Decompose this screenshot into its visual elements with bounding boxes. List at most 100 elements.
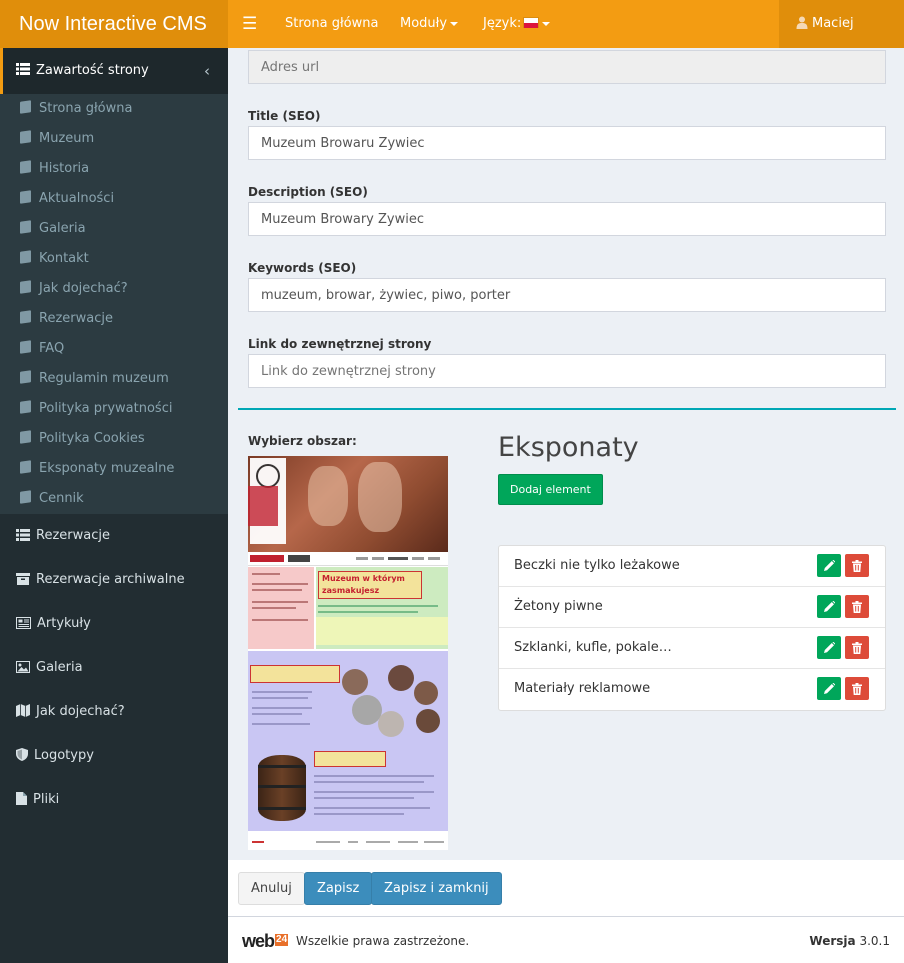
sidebar-item-label: Rezerwacje archiwalne xyxy=(36,572,185,587)
sidebar-item-reservations[interactable]: Rezerwacje xyxy=(0,514,228,558)
sidebar-subitem[interactable]: Jak dojechać? xyxy=(0,274,228,304)
delete-button[interactable] xyxy=(845,595,869,618)
list-item-label: Żetony piwne xyxy=(514,599,603,614)
external-link-label: Link do zewnętrznej strony xyxy=(248,337,432,351)
add-element-button[interactable]: Dodaj element xyxy=(498,474,603,505)
poland-flag-icon xyxy=(523,17,540,28)
map-icon xyxy=(16,704,30,717)
version-info: Wersja 3.0.1 xyxy=(809,917,890,963)
sidebar-item-logos[interactable]: Logotypy xyxy=(0,734,228,778)
choose-area-label: Wybierz obszar: xyxy=(248,434,357,448)
list-item: Żetony piwne xyxy=(499,587,885,628)
description-seo-input[interactable] xyxy=(248,202,886,236)
sidebar-section-content[interactable]: Zawartość strony ‹ xyxy=(0,48,228,94)
delete-button[interactable] xyxy=(845,554,869,577)
sidebar-subitem[interactable]: Strona główna xyxy=(0,94,228,124)
section-divider xyxy=(238,408,896,410)
pencil-icon xyxy=(823,560,835,571)
exhibits-list: Beczki nie tylko leżakowe Żetony piwne S… xyxy=(498,545,886,711)
trash-icon xyxy=(852,682,862,695)
edit-button[interactable] xyxy=(817,636,841,659)
hamburger-icon[interactable]: ☰ xyxy=(242,0,257,48)
save-button[interactable]: Zapisz xyxy=(304,872,373,905)
newspaper-icon xyxy=(16,617,31,629)
sidebar-subitem-label: Cennik xyxy=(39,491,84,506)
nav-language-label: Język: xyxy=(483,16,522,31)
list-item-label: Beczki nie tylko leżakowe xyxy=(514,558,680,573)
save-and-close-button[interactable]: Zapisz i zamknij xyxy=(371,872,502,905)
app-logo[interactable]: Now Interactive CMS xyxy=(0,0,228,48)
version-number: 3.0.1 xyxy=(859,934,890,948)
copyright-text: Wszelkie prawa zastrzeżone. xyxy=(296,934,470,948)
web24-logo[interactable]: web 24 xyxy=(242,931,289,952)
user-name: Maciej xyxy=(812,16,854,31)
sidebar-item-gallery[interactable]: Galeria xyxy=(0,646,228,690)
description-seo-label: Description (SEO) xyxy=(248,185,368,199)
book-icon xyxy=(20,460,31,474)
sidebar-subitem[interactable]: Muzeum xyxy=(0,124,228,154)
list-icon xyxy=(16,63,30,75)
sidebar-subitem[interactable]: FAQ xyxy=(0,334,228,364)
title-seo-input[interactable] xyxy=(248,126,886,160)
sidebar-subitem-label: Rezerwacje xyxy=(39,311,113,326)
book-icon xyxy=(20,130,31,144)
sidebar-subitem[interactable]: Aktualności xyxy=(0,184,228,214)
book-icon xyxy=(20,310,31,324)
sidebar-subitem-label: FAQ xyxy=(39,341,65,356)
user-menu[interactable]: Maciej xyxy=(779,0,904,48)
page-footer: web 24 Wszelkie prawa zastrzeżone. Wersja… xyxy=(228,916,904,963)
nav-modules-label: Moduły xyxy=(400,16,448,31)
pencil-icon xyxy=(823,683,835,694)
sidebar-item-articles[interactable]: Artykuły xyxy=(0,602,228,646)
delete-button[interactable] xyxy=(845,677,869,700)
sidebar-item-directions[interactable]: Jak dojechać? xyxy=(0,690,228,734)
trash-icon xyxy=(852,600,862,613)
url-input[interactable] xyxy=(248,50,886,84)
sidebar-section-label: Zawartość strony xyxy=(36,63,149,78)
sidebar-item-files[interactable]: Pliki xyxy=(0,778,228,822)
sidebar-subitem[interactable]: Rezerwacje xyxy=(0,304,228,334)
shield-icon xyxy=(16,748,28,761)
book-icon xyxy=(20,190,31,204)
sidebar-subitem-label: Regulamin muzeum xyxy=(39,371,169,386)
sidebar-item-label: Logotypy xyxy=(34,748,94,763)
sidebar-subitem[interactable]: Eksponaty muzealne xyxy=(0,454,228,484)
sidebar-subitem-label: Polityka prywatności xyxy=(39,401,173,416)
caret-down-icon xyxy=(542,21,551,26)
edit-button[interactable] xyxy=(817,677,841,700)
top-navbar: ☰ Strona główna Moduły Język: Maciej xyxy=(228,0,904,48)
sidebar-subitem-label: Aktualności xyxy=(39,191,115,206)
sidebar-subitem[interactable]: Galeria xyxy=(0,214,228,244)
delete-button[interactable] xyxy=(845,636,869,659)
nav-language-dropdown[interactable]: Język: xyxy=(483,0,551,48)
list-item: Materiały reklamowe xyxy=(499,669,885,710)
user-icon xyxy=(796,16,808,29)
nav-home-link[interactable]: Strona główna xyxy=(285,0,378,48)
archive-icon xyxy=(16,573,30,585)
nav-modules-dropdown[interactable]: Moduły xyxy=(400,0,459,48)
sidebar-item-label: Galeria xyxy=(36,660,83,675)
book-icon xyxy=(20,370,31,384)
version-label: Wersja xyxy=(809,934,856,948)
sidebar-subitem[interactable]: Historia xyxy=(0,154,228,184)
sidebar-subitem[interactable]: Polityka prywatności xyxy=(0,394,228,424)
cancel-button[interactable]: Anuluj xyxy=(238,872,305,905)
sidebar-item-label: Pliki xyxy=(33,792,60,807)
edit-button[interactable] xyxy=(817,595,841,618)
sidebar-subitem[interactable]: Kontakt xyxy=(0,244,228,274)
sidebar-subitem[interactable]: Cennik xyxy=(0,484,228,514)
external-link-input[interactable] xyxy=(248,354,886,388)
book-icon xyxy=(20,490,31,504)
sidebar-subitem[interactable]: Polityka Cookies xyxy=(0,424,228,454)
keywords-seo-label: Keywords (SEO) xyxy=(248,261,357,275)
pencil-icon xyxy=(823,601,835,612)
book-icon xyxy=(20,100,31,114)
sidebar-item-archived-reservations[interactable]: Rezerwacje archiwalne xyxy=(0,558,228,602)
book-icon xyxy=(20,280,31,294)
chevron-left-icon: ‹ xyxy=(204,62,210,80)
sidebar-subitem[interactable]: Regulamin muzeum xyxy=(0,364,228,394)
area-preview-image[interactable]: Muzeum w którym zasmakujesz xyxy=(248,456,448,850)
main-content: Title (SEO) Description (SEO) Keywords (… xyxy=(228,48,904,860)
edit-button[interactable] xyxy=(817,554,841,577)
keywords-seo-input[interactable] xyxy=(248,278,886,312)
